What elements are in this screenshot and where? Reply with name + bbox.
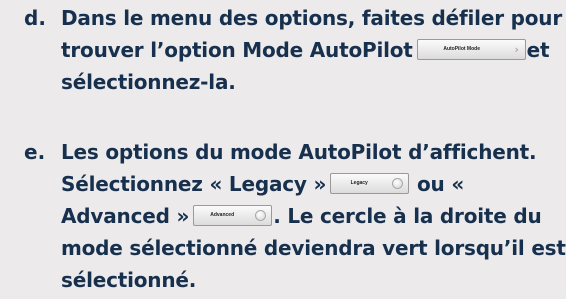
step-marker: d.: [24, 6, 46, 30]
text-segment: sélectionné.: [61, 268, 197, 292]
text-line: Les options du mode AutoPilot d’affichen…: [61, 136, 561, 168]
legacy-button-label: Legacy: [350, 180, 368, 186]
advanced-button-label: Advanced: [210, 212, 235, 218]
autopilot-mode-button-image: AutoPilot Mode ›: [416, 39, 526, 60]
chevron-right-icon: ›: [514, 43, 519, 56]
text-segment: ou «: [417, 172, 465, 196]
text-segment: et: [526, 38, 550, 62]
text-line: sélectionnez-la.: [61, 66, 561, 98]
text-segment: . Le cercle à la droite du: [273, 204, 542, 228]
text-line: Sélectionnez « Legacy » Legacy ou «: [61, 168, 561, 200]
text-segment: Les options du mode AutoPilot d’affichen…: [61, 140, 537, 164]
text-line: Advanced » Advanced . Le cercle à la droit…: [61, 200, 561, 232]
text-line: Dans le menu des options, faites défiler…: [61, 2, 562, 34]
step-text: Les options du mode AutoPilot d’affichen…: [61, 136, 566, 296]
advanced-button-image: Advanced: [193, 205, 273, 226]
text-segment: Dans le menu des options, faites défiler…: [61, 6, 562, 30]
text-line: trouver l’option Mode AutoPilot AutoPilot…: [61, 34, 561, 66]
text-segment: sélectionnez-la.: [61, 70, 236, 94]
text-segment: mode sélectionné deviendra vert lorsqu’i…: [61, 236, 566, 260]
radio-circle-icon: [392, 178, 404, 189]
text-segment: Advanced »: [61, 204, 190, 228]
text-segment: Sélectionnez « Legacy »: [61, 172, 327, 196]
autopilot-mode-button-label: AutoPilot Mode: [443, 46, 480, 52]
step-marker: e.: [24, 140, 46, 164]
step-text: Dans le menu des options, faites défiler…: [61, 2, 562, 98]
text-segment: trouver l’option Mode AutoPilot: [61, 38, 413, 62]
text-line: mode sélectionné deviendra vert lorsqu’i…: [61, 232, 566, 264]
radio-circle-icon: [255, 210, 267, 221]
legacy-button-image: Legacy: [330, 173, 410, 194]
text-line: sélectionné.: [61, 264, 561, 296]
